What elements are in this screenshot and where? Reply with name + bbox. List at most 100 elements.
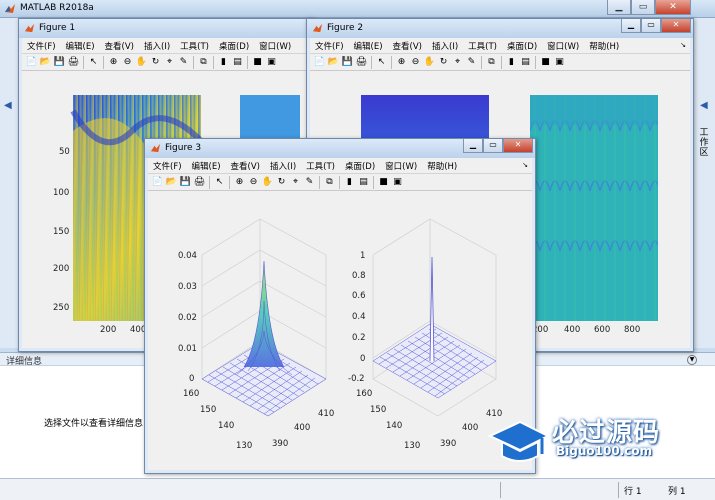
right-sidebar: ◀ 工作区 (693, 18, 715, 348)
menu-view[interactable]: 查看(V) (231, 160, 260, 172)
menu-window[interactable]: 窗口(W) (385, 160, 417, 172)
hide-tools-icon[interactable]: ■ (377, 176, 390, 189)
detail-menu-icon[interactable]: ▼ (687, 355, 697, 365)
menu-insert[interactable]: 插入(I) (270, 160, 296, 172)
rotate-icon[interactable]: ↻ (437, 56, 450, 69)
menu-view[interactable]: 查看(V) (393, 40, 422, 52)
menu-file[interactable]: 文件(F) (153, 160, 182, 172)
open-icon[interactable]: 📂 (39, 56, 52, 69)
pointer-icon[interactable]: ↖ (375, 56, 388, 69)
zoom-in-icon[interactable]: ⊕ (107, 56, 120, 69)
print-icon[interactable]: 🖨 (193, 176, 206, 189)
z-tick-label: 0.01 (178, 344, 197, 354)
legend-icon[interactable]: ▤ (357, 176, 370, 189)
menu-tools[interactable]: 工具(T) (180, 40, 209, 52)
print-icon[interactable]: 🖨 (67, 56, 80, 69)
save-icon[interactable]: 💾 (179, 176, 192, 189)
x-tick-label: 800 (624, 325, 641, 335)
matlab-logo-icon (150, 143, 161, 153)
menu-file[interactable]: 文件(F) (315, 40, 344, 52)
save-icon[interactable]: 💾 (341, 56, 354, 69)
zoom-in-icon[interactable]: ⊕ (233, 176, 246, 189)
menu-window[interactable]: 窗口(W) (259, 40, 291, 52)
new-figure-icon[interactable]: 📄 (313, 56, 326, 69)
maximize-button[interactable]: ▭ (631, 0, 655, 15)
menu-dock-arrow-icon[interactable]: ↘ (522, 161, 528, 169)
menu-help[interactable]: 帮助(H) (589, 40, 619, 52)
menu-view[interactable]: 查看(V) (105, 40, 134, 52)
figure-title: Figure 1 (39, 23, 76, 33)
z-tick-label: -0.2 (348, 374, 365, 384)
minimize-button[interactable]: ▁ (607, 0, 631, 15)
menu-insert[interactable]: 插入(I) (144, 40, 170, 52)
colorbar-icon[interactable]: ▮ (505, 56, 518, 69)
colorbar-icon[interactable]: ▮ (217, 56, 230, 69)
legend-icon[interactable]: ▤ (519, 56, 532, 69)
figure-3-window: Figure 3 ▁ ▭ ✕ 文件(F) 编辑(E) 查看(V) 插入(I) 工… (144, 138, 536, 474)
menu-dock-arrow-icon[interactable]: ↘ (680, 41, 686, 49)
data-cursor-icon[interactable]: ⌖ (289, 176, 302, 189)
menu-window[interactable]: 窗口(W) (547, 40, 579, 52)
pan-icon[interactable]: ✋ (135, 56, 148, 69)
data-cursor-icon[interactable]: ⌖ (451, 56, 464, 69)
menu-insert[interactable]: 插入(I) (432, 40, 458, 52)
rotate-icon[interactable]: ↻ (275, 176, 288, 189)
pan-icon[interactable]: ✋ (261, 176, 274, 189)
dock-icon[interactable]: ▣ (553, 56, 566, 69)
print-icon[interactable]: 🖨 (355, 56, 368, 69)
collapse-arrow-icon[interactable]: ◀ (700, 100, 708, 111)
menu-help[interactable]: 帮助(H) (427, 160, 457, 172)
menu-edit[interactable]: 编辑(E) (354, 40, 383, 52)
close-button[interactable]: ✕ (655, 0, 691, 15)
status-bar: 行 1 列 1 (0, 478, 715, 500)
menu-edit[interactable]: 编辑(E) (66, 40, 95, 52)
minimize-button[interactable]: ▁ (621, 19, 641, 33)
y-tick-label: 160 (183, 389, 200, 399)
colorbar-icon[interactable]: ▮ (343, 176, 356, 189)
pointer-icon[interactable]: ↖ (87, 56, 100, 69)
brush-icon[interactable]: ✎ (303, 176, 316, 189)
menu-tools[interactable]: 工具(T) (306, 160, 335, 172)
link-icon[interactable]: ⧉ (323, 176, 336, 189)
maximize-button[interactable]: ▭ (641, 19, 661, 33)
zoom-out-icon[interactable]: ⊖ (247, 176, 260, 189)
link-icon[interactable]: ⧉ (197, 56, 210, 69)
pointer-icon[interactable]: ↖ (213, 176, 226, 189)
zoom-out-icon[interactable]: ⊖ (409, 56, 422, 69)
save-icon[interactable]: 💾 (53, 56, 66, 69)
menu-tools[interactable]: 工具(T) (468, 40, 497, 52)
new-figure-icon[interactable]: 📄 (151, 176, 164, 189)
z-tick-label: 1 (360, 251, 366, 261)
close-button[interactable]: ✕ (661, 19, 691, 33)
workspace-tab[interactable]: 工作区 (697, 128, 711, 158)
menu-edit[interactable]: 编辑(E) (192, 160, 221, 172)
z-tick-label: 0.2 (352, 333, 366, 343)
dock-icon[interactable]: ▣ (391, 176, 404, 189)
menu-desktop[interactable]: 桌面(D) (507, 40, 537, 52)
menu-desktop[interactable]: 桌面(D) (345, 160, 375, 172)
data-cursor-icon[interactable]: ⌖ (163, 56, 176, 69)
rotate-icon[interactable]: ↻ (149, 56, 162, 69)
minimize-button[interactable]: ▁ (463, 139, 483, 153)
x-tick-label: 390 (440, 439, 457, 449)
menu-file[interactable]: 文件(F) (27, 40, 56, 52)
pan-icon[interactable]: ✋ (423, 56, 436, 69)
dock-icon[interactable]: ▣ (265, 56, 278, 69)
new-figure-icon[interactable]: 📄 (25, 56, 38, 69)
brush-icon[interactable]: ✎ (465, 56, 478, 69)
legend-icon[interactable]: ▤ (231, 56, 244, 69)
back-arrow-icon[interactable]: ◀ (4, 100, 12, 111)
link-icon[interactable]: ⧉ (485, 56, 498, 69)
brush-icon[interactable]: ✎ (177, 56, 190, 69)
menu-desktop[interactable]: 桌面(D) (219, 40, 249, 52)
y-tick-label: 140 (386, 421, 403, 431)
figure-toolbar: 📄 📂 💾 🖨 ↖ ⊕ ⊖ ✋ ↻ ⌖ ✎ ⧉ ▮ ▤ ■ ▣ (148, 173, 532, 191)
zoom-out-icon[interactable]: ⊖ (121, 56, 134, 69)
close-button[interactable]: ✕ (503, 139, 533, 153)
hide-tools-icon[interactable]: ■ (539, 56, 552, 69)
zoom-in-icon[interactable]: ⊕ (395, 56, 408, 69)
open-icon[interactable]: 📂 (327, 56, 340, 69)
open-icon[interactable]: 📂 (165, 176, 178, 189)
maximize-button[interactable]: ▭ (483, 139, 503, 153)
hide-tools-icon[interactable]: ■ (251, 56, 264, 69)
